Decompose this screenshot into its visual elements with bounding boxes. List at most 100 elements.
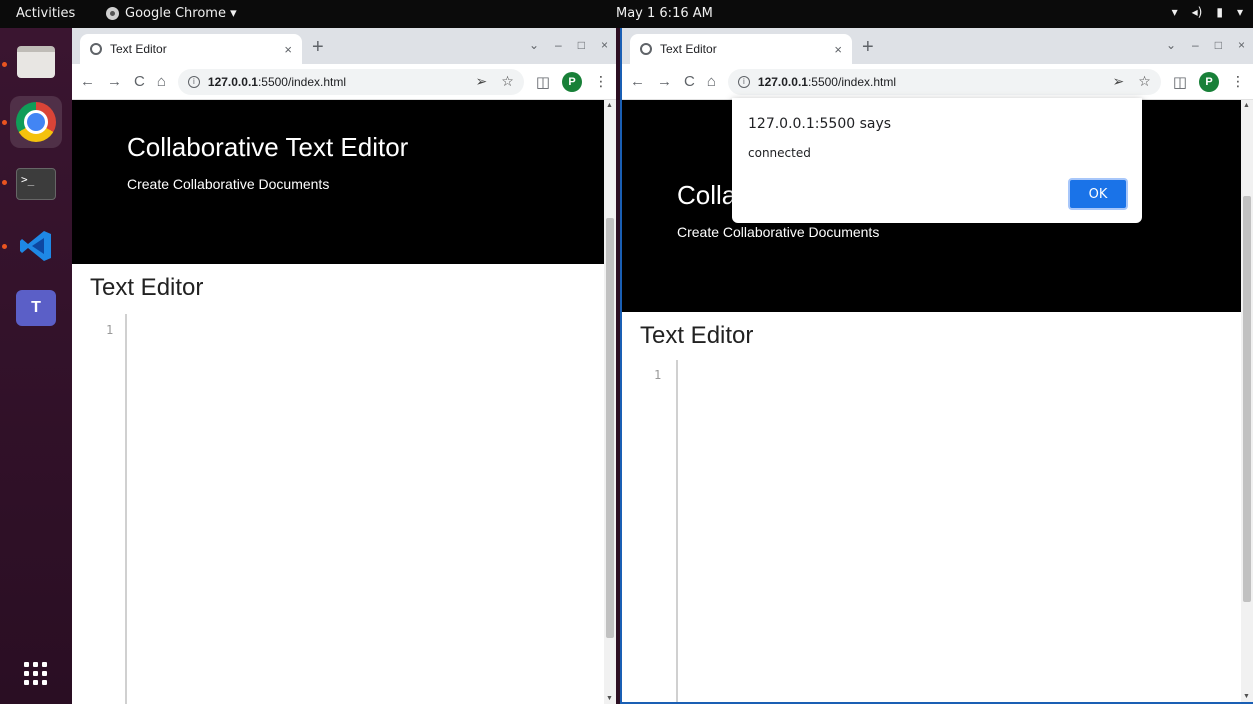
tab-strip: Text Editor × + ⌄ – □ ×	[622, 28, 1253, 64]
side-panel-icon[interactable]: ◫	[536, 73, 550, 91]
new-tab-button[interactable]: +	[862, 36, 874, 59]
bookmark-star-icon[interactable]: ☆	[1138, 73, 1151, 90]
volume-icon: ◂)	[1191, 5, 1203, 19]
address-bar[interactable]: i 127.0.0.1:5500/index.html ➢ ☆	[177, 68, 524, 95]
side-panel-icon[interactable]: ◫	[1173, 73, 1187, 91]
url-path: :5500/index.html	[257, 74, 347, 89]
close-window-button[interactable]: ×	[601, 38, 608, 52]
page-title: Collaborative Text Editor	[127, 132, 409, 162]
chrome-app-icon	[106, 7, 119, 20]
menu-icon[interactable]: ⋮	[594, 73, 608, 90]
menu-icon[interactable]: ⋮	[1231, 73, 1245, 90]
dock-teams[interactable]: T	[10, 282, 62, 334]
reload-icon[interactable]: C	[684, 73, 695, 90]
scroll-down-icon[interactable]: ▼	[1243, 693, 1250, 700]
editor-heading: Text Editor	[90, 274, 204, 301]
dock: >_ T	[0, 28, 72, 704]
tab-text-editor[interactable]: Text Editor ×	[630, 34, 852, 64]
tab-strip: Text Editor × + ⌄ – □ ×	[72, 28, 616, 64]
maximize-button[interactable]: □	[1215, 38, 1222, 52]
editor-heading: Text Editor	[640, 322, 754, 349]
globe-icon	[90, 43, 102, 55]
tab-close-icon[interactable]: ×	[834, 42, 842, 57]
app-menu-label: Google Chrome ▾	[125, 6, 237, 21]
files-icon	[17, 46, 55, 78]
wifi-icon: ▾	[1171, 5, 1178, 19]
scroll-up-icon[interactable]: ▲	[1243, 102, 1250, 109]
page-scrollbar[interactable]: ▲ ▼	[604, 100, 616, 704]
home-icon[interactable]: ⌂	[707, 73, 716, 90]
system-top-bar: Activities Google Chrome ▾ May 1 6:16 AM…	[0, 0, 1253, 28]
running-indicator	[2, 62, 7, 67]
dock-files[interactable]	[10, 36, 62, 88]
ok-button[interactable]: OK	[1068, 178, 1128, 210]
editor-textarea[interactable]	[679, 360, 1239, 702]
send-icon[interactable]: ➢	[1113, 73, 1125, 90]
minimize-button[interactable]: –	[555, 38, 562, 52]
tab-text-editor[interactable]: Text Editor ×	[80, 34, 302, 64]
show-apps-icon[interactable]	[24, 662, 47, 685]
running-indicator	[2, 244, 7, 249]
url-host: 127.0.0.1	[207, 74, 258, 89]
address-bar[interactable]: i 127.0.0.1:5500/index.html ➢ ☆	[727, 68, 1161, 95]
chrome-icon	[16, 102, 56, 142]
tab-title: Text Editor	[660, 42, 717, 56]
dock-terminal[interactable]: >_	[10, 158, 62, 210]
tab-close-icon[interactable]: ×	[284, 42, 292, 57]
profile-avatar[interactable]: P	[1199, 71, 1219, 92]
window-controls: ⌄ – □ ×	[529, 38, 608, 52]
profile-avatar[interactable]: P	[562, 71, 582, 92]
new-tab-button[interactable]: +	[312, 36, 324, 59]
forward-icon[interactable]: →	[657, 73, 672, 90]
clock[interactable]: May 1 6:16 AM	[616, 6, 713, 21]
editor-gutter	[125, 314, 127, 704]
tab-search-icon[interactable]: ⌄	[529, 38, 539, 52]
system-menu-chevron-icon: ▾	[1236, 5, 1243, 19]
url-path: :5500/index.html	[807, 74, 897, 89]
home-icon[interactable]: ⌂	[157, 73, 166, 90]
line-number: 1	[654, 368, 662, 382]
dialog-title: 127.0.0.1:5500 says	[748, 116, 892, 132]
back-icon[interactable]: ←	[630, 73, 645, 90]
dialog-message: connected	[748, 146, 811, 160]
header-banner: Collaborative Text Editor Create Collabo…	[72, 100, 604, 264]
globe-icon	[640, 43, 652, 55]
reload-icon[interactable]: C	[134, 73, 145, 90]
forward-icon[interactable]: →	[107, 73, 122, 90]
battery-icon: ▮	[1216, 5, 1223, 19]
page-subtitle: Create Collaborative Documents	[127, 176, 330, 192]
activities-button[interactable]: Activities	[16, 6, 75, 21]
browser-window-left: Text Editor × + ⌄ – □ × ← → C ⌂ i 127.0.…	[72, 28, 616, 704]
minimize-button[interactable]: –	[1192, 38, 1199, 52]
send-icon[interactable]: ➢	[476, 73, 488, 90]
scroll-thumb[interactable]	[606, 218, 614, 638]
url-host: 127.0.0.1	[757, 74, 808, 89]
maximize-button[interactable]: □	[578, 38, 585, 52]
editor-gutter	[676, 360, 678, 702]
scroll-down-icon[interactable]: ▼	[606, 695, 613, 702]
app-menu[interactable]: Google Chrome ▾	[106, 6, 237, 21]
teams-icon: T	[16, 290, 56, 326]
system-tray[interactable]: ▾ ◂) ▮ ▾	[1172, 5, 1243, 19]
page-scrollbar[interactable]: ▲ ▼	[1241, 100, 1253, 702]
bookmark-star-icon[interactable]: ☆	[501, 73, 514, 90]
browser-toolbar: ← → C ⌂ i 127.0.0.1:5500/index.html ➢ ☆ …	[622, 64, 1253, 100]
running-indicator	[2, 180, 7, 185]
running-indicator	[2, 120, 7, 125]
site-info-icon[interactable]: i	[737, 75, 750, 88]
page-viewport: Collaborative Text Editor Create Collabo…	[72, 100, 616, 704]
browser-toolbar: ← → C ⌂ i 127.0.0.1:5500/index.html ➢ ☆ …	[72, 64, 616, 100]
scroll-up-icon[interactable]: ▲	[606, 102, 613, 109]
editor-textarea[interactable]	[128, 314, 602, 704]
terminal-icon: >_	[16, 168, 56, 200]
dock-vscode[interactable]	[10, 220, 62, 272]
scroll-thumb[interactable]	[1243, 196, 1251, 602]
close-window-button[interactable]: ×	[1238, 38, 1245, 52]
line-number: 1	[106, 323, 114, 337]
back-icon[interactable]: ←	[80, 73, 95, 90]
site-info-icon[interactable]: i	[187, 75, 200, 88]
vscode-icon	[20, 231, 51, 261]
dock-chrome[interactable]	[10, 96, 62, 148]
page-subtitle: Create Collaborative Documents	[677, 224, 880, 240]
tab-search-icon[interactable]: ⌄	[1166, 38, 1176, 52]
